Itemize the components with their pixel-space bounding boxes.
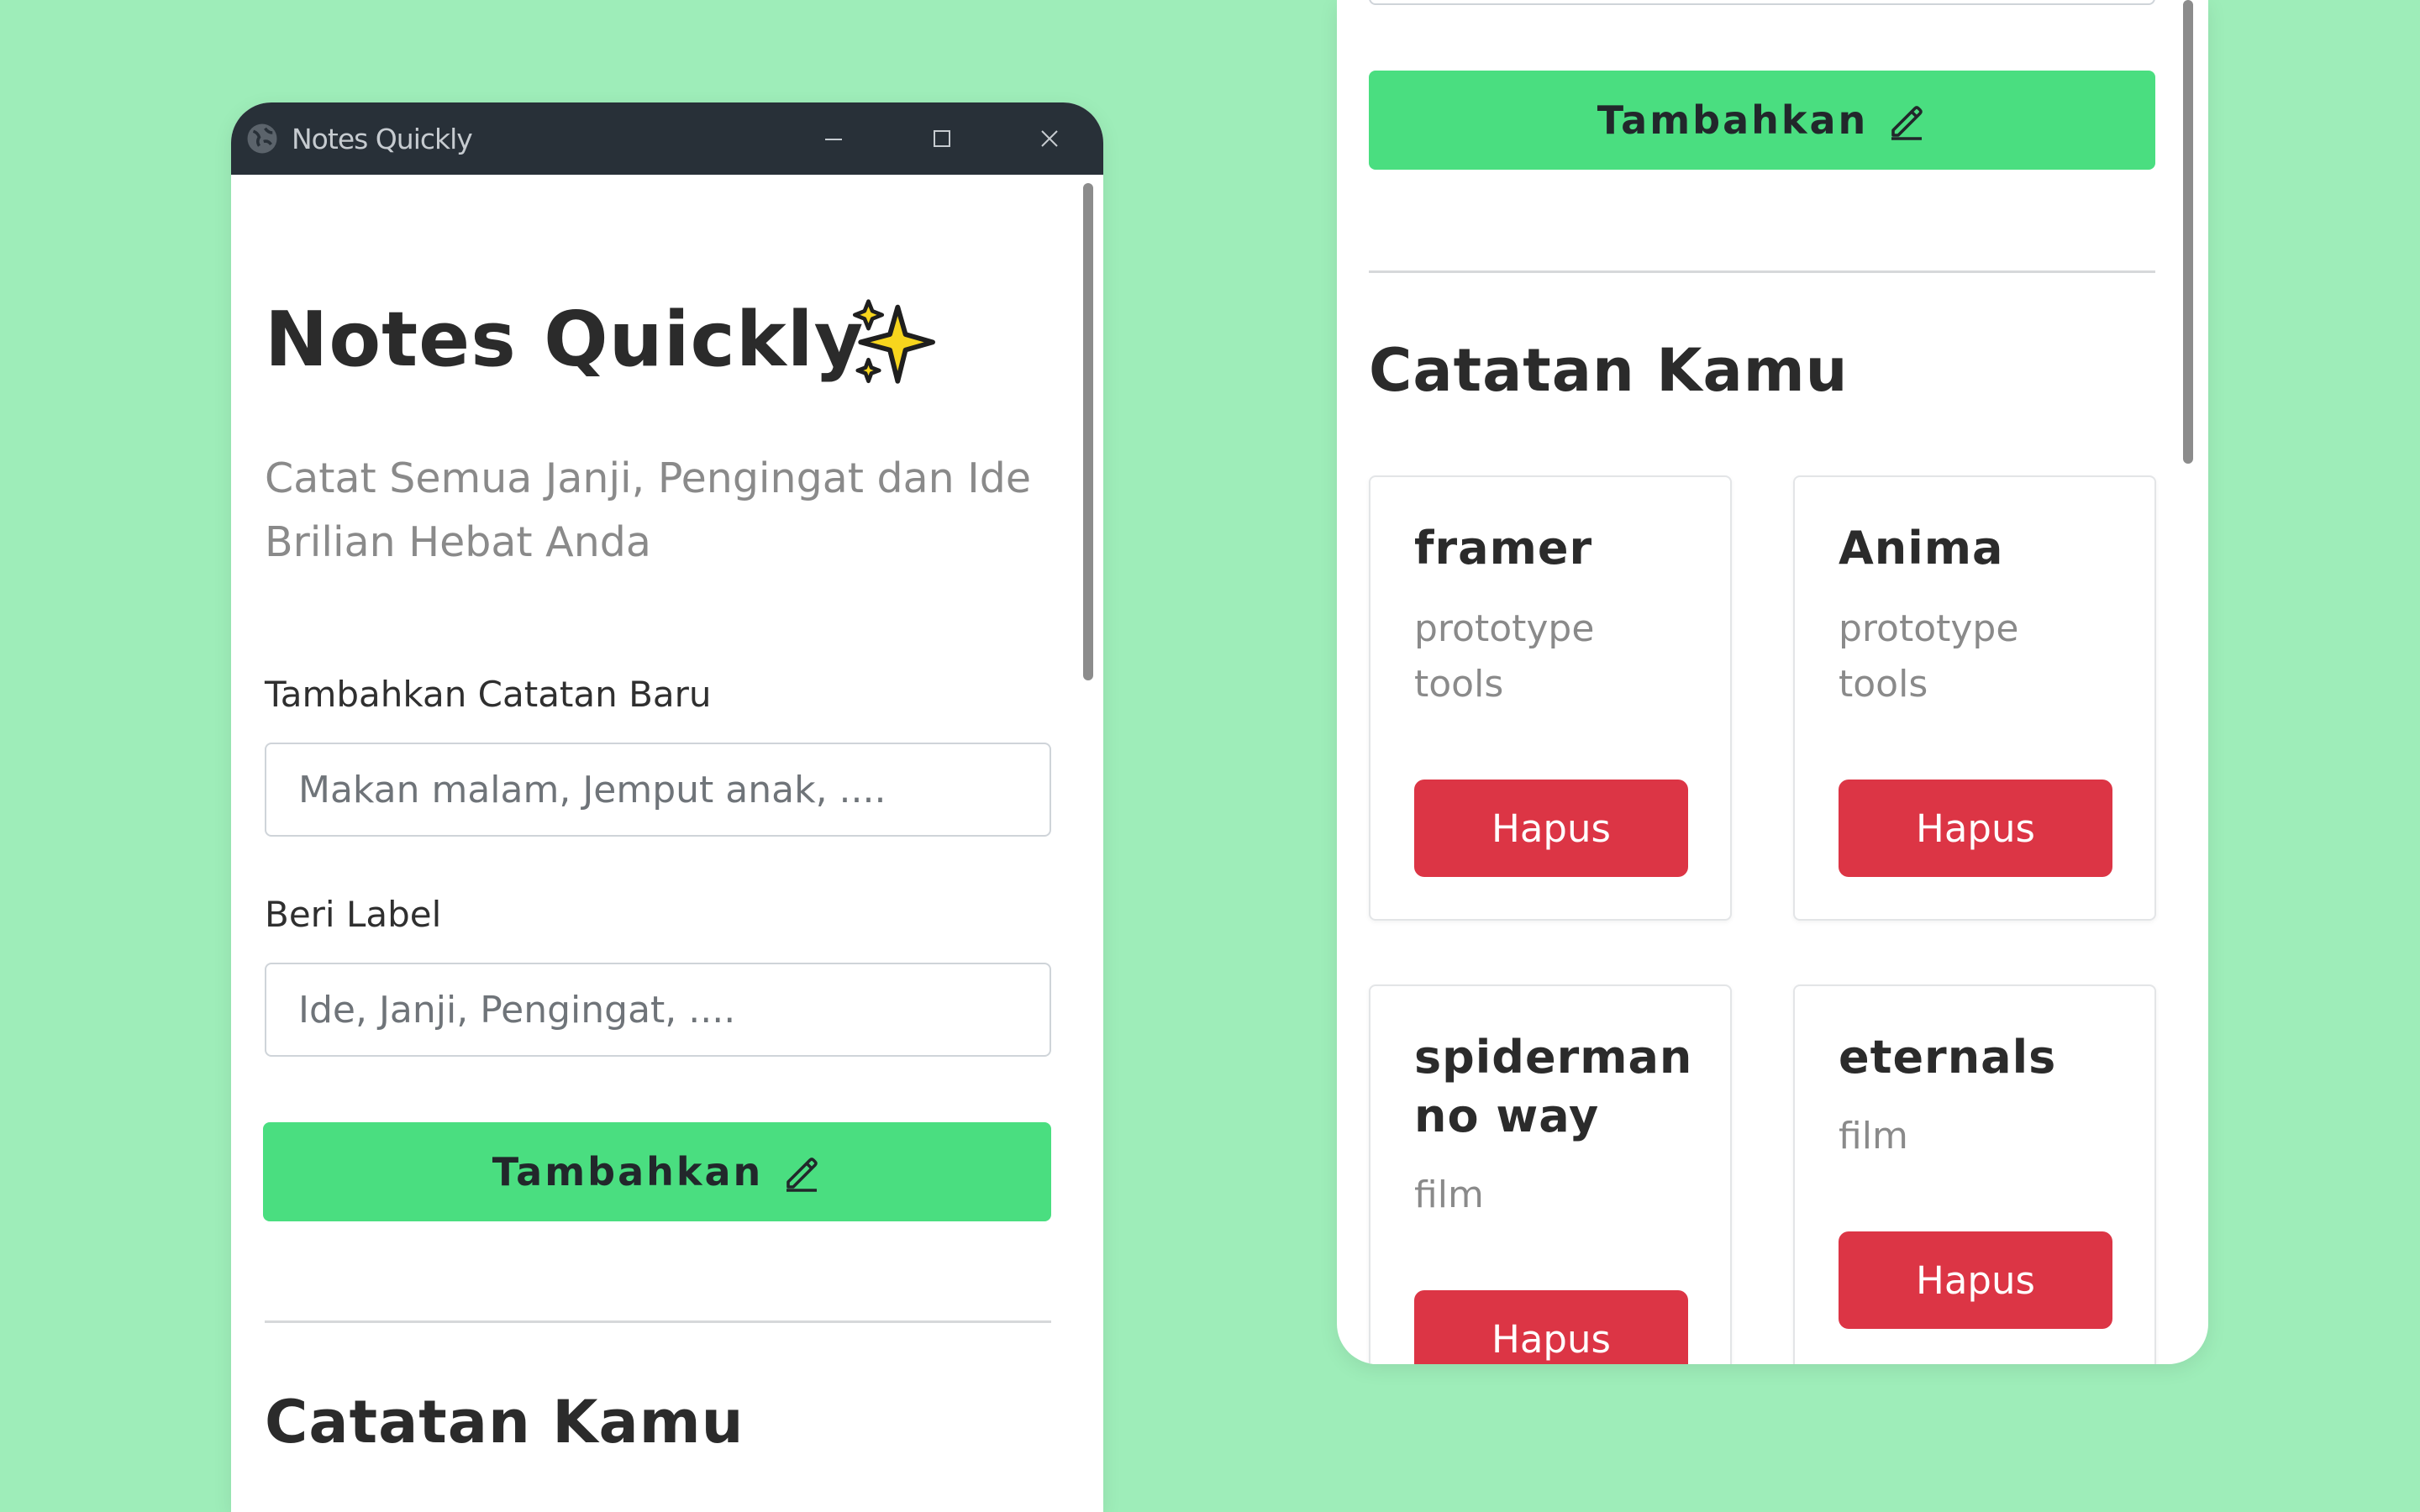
pencil-icon <box>786 1158 818 1192</box>
app-window-right: Tambahkan Catatan Kamu framer prototype … <box>1337 0 2208 1364</box>
app-subtitle: Catat Semua Janji, Pengingat dan Ide Bri… <box>265 454 1031 566</box>
notes-section-title: Catatan Kamu <box>265 1388 744 1457</box>
tag-input-edge[interactable] <box>1369 0 2155 5</box>
app-title: Notes Quickly <box>265 296 865 384</box>
add-note-label: Tambahkan <box>1597 97 1869 143</box>
note-title: Anima <box>1839 522 2004 575</box>
note-input[interactable] <box>265 743 1051 837</box>
note-title: spiderman no way <box>1414 1031 1693 1142</box>
note-label: prototype tools <box>1414 607 1595 706</box>
note-card: spiderman no way film Hapus <box>1369 984 1732 1364</box>
add-note-button[interactable]: Tambahkan <box>1369 71 2155 170</box>
maximize-icon[interactable] <box>924 121 960 156</box>
section-divider <box>265 1320 1051 1323</box>
add-note-label: Tambahkan <box>492 1149 764 1194</box>
note-title: framer <box>1414 522 1593 575</box>
delete-note-button[interactable]: Hapus <box>1839 780 2112 877</box>
note-card: framer prototype tools Hapus <box>1369 475 1732 921</box>
add-note-button[interactable]: Tambahkan <box>263 1122 1051 1221</box>
note-field-label: Tambahkan Catatan Baru <box>265 674 712 715</box>
note-title: eternals <box>1839 1031 2057 1084</box>
notes-section-title: Catatan Kamu <box>1369 336 1849 405</box>
delete-note-button[interactable]: Hapus <box>1839 1231 2112 1329</box>
scrollbar-thumb[interactable] <box>1083 183 1093 680</box>
note-card: Anima prototype tools Hapus <box>1793 475 2156 921</box>
window-title: Notes Quickly <box>292 123 473 155</box>
note-label: film <box>1414 1173 1484 1216</box>
globe-icon <box>247 123 277 154</box>
scrollbar-thumb[interactable] <box>2183 0 2193 464</box>
close-icon[interactable] <box>1032 121 1067 156</box>
note-label: prototype tools <box>1839 607 2019 706</box>
tag-field-label: Beri Label <box>265 894 442 935</box>
note-card: eternals film Hapus <box>1793 984 2156 1364</box>
delete-note-button[interactable]: Hapus <box>1414 780 1688 877</box>
minimize-icon[interactable] <box>816 121 851 156</box>
pencil-icon <box>1891 106 1923 140</box>
app-window-left: Notes Quickly Notes Quickly Catat Semua … <box>231 102 1103 1512</box>
sparkles-icon <box>852 299 935 384</box>
tag-input[interactable] <box>265 963 1051 1057</box>
section-divider <box>1369 270 2155 273</box>
delete-note-button[interactable]: Hapus <box>1414 1290 1688 1364</box>
note-label: film <box>1839 1115 1908 1158</box>
window-titlebar[interactable]: Notes Quickly <box>231 102 1103 175</box>
